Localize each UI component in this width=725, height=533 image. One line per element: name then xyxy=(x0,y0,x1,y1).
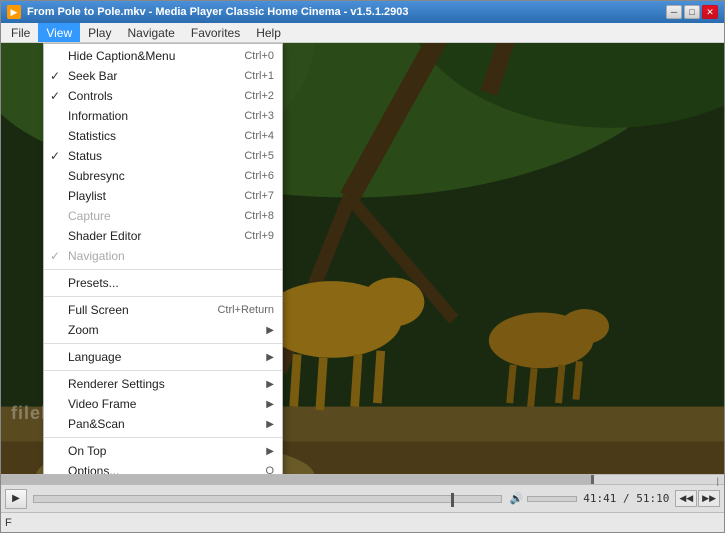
menu-item-language[interactable]: Language ▶ xyxy=(44,347,282,367)
volume-icon: 🔊 xyxy=(508,492,526,505)
title-bar: ▶ From Pole to Pole.mkv - Media Player C… xyxy=(1,1,724,23)
menu-navigate[interactable]: Navigate xyxy=(119,23,182,42)
menu-help[interactable]: Help xyxy=(248,23,289,42)
menu-item-shader-editor[interactable]: Shader Editor Ctrl+9 xyxy=(44,226,282,246)
shortcut-options: O xyxy=(245,465,274,474)
status-bar: F xyxy=(1,512,724,532)
progress-bar[interactable] xyxy=(33,495,502,503)
menu-file[interactable]: File xyxy=(3,23,38,42)
close-button[interactable]: ✕ xyxy=(702,5,718,19)
menu-item-full-screen[interactable]: Full Screen Ctrl+Return xyxy=(44,300,282,320)
menu-item-on-top[interactable]: On Top ▶ xyxy=(44,441,282,461)
menu-favorites[interactable]: Favorites xyxy=(183,23,248,42)
main-content: Hide Caption&Menu Ctrl+0 ✓ Seek Bar Ctrl… xyxy=(1,43,724,474)
seek-marker: | xyxy=(717,476,719,486)
separator-2 xyxy=(44,296,282,297)
menu-item-capture: Capture Ctrl+8 xyxy=(44,206,282,226)
renderer-settings-submenu-arrow: ▶ xyxy=(246,379,274,390)
menu-label-status: Status xyxy=(68,149,102,163)
check-status: ✓ xyxy=(50,149,60,163)
view-dropdown-menu: Hide Caption&Menu Ctrl+0 ✓ Seek Bar Ctrl… xyxy=(43,43,283,474)
zoom-submenu-arrow: ▶ xyxy=(246,325,274,336)
menu-label-on-top: On Top xyxy=(68,444,106,458)
menu-item-playlist[interactable]: Playlist Ctrl+7 xyxy=(44,186,282,206)
shortcut-capture: Ctrl+8 xyxy=(224,210,274,222)
menu-item-status[interactable]: ✓ Status Ctrl+5 xyxy=(44,146,282,166)
separator-4 xyxy=(44,370,282,371)
menu-label-shader-editor: Shader Editor xyxy=(68,229,141,243)
shortcut-controls: Ctrl+2 xyxy=(224,90,274,102)
on-top-submenu-arrow: ▶ xyxy=(246,446,274,457)
menu-play[interactable]: Play xyxy=(80,23,119,42)
menu-item-controls[interactable]: ✓ Controls Ctrl+2 xyxy=(44,86,282,106)
time-display: 41:41 / 51:10 xyxy=(579,492,673,505)
menu-item-pan-scan[interactable]: Pan&Scan ▶ xyxy=(44,414,282,434)
check-seek-bar: ✓ xyxy=(50,69,60,83)
menu-label-full-screen: Full Screen xyxy=(68,303,129,317)
shortcut-statistics: Ctrl+4 xyxy=(224,130,274,142)
menu-item-subresync[interactable]: Subresync Ctrl+6 xyxy=(44,166,282,186)
menu-label-playlist: Playlist xyxy=(68,189,106,203)
minimize-button[interactable]: ─ xyxy=(666,5,682,19)
menu-label-presets: Presets... xyxy=(68,276,119,290)
menu-item-navigation: ✓ Navigation xyxy=(44,246,282,266)
menu-label-navigation: Navigation xyxy=(68,249,125,263)
menu-bar: File View Play Navigate Favorites Help xyxy=(1,23,724,43)
menu-label-statistics: Statistics xyxy=(68,129,116,143)
shortcut-seek-bar: Ctrl+1 xyxy=(224,70,274,82)
menu-item-options[interactable]: Options... O xyxy=(44,461,282,474)
menu-view[interactable]: View xyxy=(38,23,80,42)
menu-label-options: Options... xyxy=(68,464,119,474)
check-controls: ✓ xyxy=(50,89,60,103)
window-title: From Pole to Pole.mkv - Media Player Cla… xyxy=(27,6,409,18)
menu-label-capture: Capture xyxy=(68,209,111,223)
nav-next-frame[interactable]: ▶▶ xyxy=(698,490,720,507)
shortcut-information: Ctrl+3 xyxy=(224,110,274,122)
maximize-button[interactable]: □ xyxy=(684,5,700,19)
menu-label-pan-scan: Pan&Scan xyxy=(68,417,125,431)
menu-label-subresync: Subresync xyxy=(68,169,125,183)
menu-item-information[interactable]: Information Ctrl+3 xyxy=(44,106,282,126)
menu-item-renderer-settings[interactable]: Renderer Settings ▶ xyxy=(44,374,282,394)
menu-label-seek-bar: Seek Bar xyxy=(68,69,117,83)
shortcut-subresync: Ctrl+6 xyxy=(224,170,274,182)
play-button[interactable]: ▶ xyxy=(5,489,27,509)
status-text: F xyxy=(5,517,720,529)
menu-label-controls: Controls xyxy=(68,89,113,103)
menu-item-presets[interactable]: Presets... xyxy=(44,273,282,293)
seek-bar-container[interactable]: | xyxy=(1,474,724,484)
app-icon: ▶ xyxy=(7,5,21,19)
menu-item-hide-caption[interactable]: Hide Caption&Menu Ctrl+0 xyxy=(44,46,282,66)
title-bar-controls: ─ □ ✕ xyxy=(666,5,718,19)
shortcut-status: Ctrl+5 xyxy=(224,150,274,162)
shortcut-playlist: Ctrl+7 xyxy=(224,190,274,202)
separator-1 xyxy=(44,269,282,270)
nav-prev-frame[interactable]: ◀◀ xyxy=(675,490,697,507)
separator-5 xyxy=(44,437,282,438)
shortcut-full-screen: Ctrl+Return xyxy=(197,304,274,316)
pan-scan-submenu-arrow: ▶ xyxy=(246,419,274,430)
language-submenu-arrow: ▶ xyxy=(246,352,274,363)
separator-3 xyxy=(44,343,282,344)
volume-bar[interactable] xyxy=(527,496,577,502)
menu-item-statistics[interactable]: Statistics Ctrl+4 xyxy=(44,126,282,146)
main-window: ▶ From Pole to Pole.mkv - Media Player C… xyxy=(0,0,725,533)
menu-label-zoom: Zoom xyxy=(68,323,99,337)
menu-item-seek-bar[interactable]: ✓ Seek Bar Ctrl+1 xyxy=(44,66,282,86)
check-navigation: ✓ xyxy=(50,249,60,263)
video-frame-submenu-arrow: ▶ xyxy=(246,399,274,410)
menu-label-information: Information xyxy=(68,109,128,123)
menu-item-zoom[interactable]: Zoom ▶ xyxy=(44,320,282,340)
menu-label-hide-caption: Hide Caption&Menu xyxy=(68,49,175,63)
nav-buttons: ◀◀ ▶▶ xyxy=(675,490,720,507)
menu-label-renderer-settings: Renderer Settings xyxy=(68,377,165,391)
title-bar-left: ▶ From Pole to Pole.mkv - Media Player C… xyxy=(7,5,409,19)
controls-bar: ▶ 🔊 41:41 / 51:10 ◀◀ ▶▶ xyxy=(1,484,724,512)
menu-label-language: Language xyxy=(68,350,121,364)
shortcut-shader-editor: Ctrl+9 xyxy=(224,230,274,242)
menu-item-video-frame[interactable]: Video Frame ▶ xyxy=(44,394,282,414)
progress-thumb xyxy=(451,493,454,507)
shortcut-hide-caption: Ctrl+0 xyxy=(224,50,274,62)
menu-label-video-frame: Video Frame xyxy=(68,397,136,411)
